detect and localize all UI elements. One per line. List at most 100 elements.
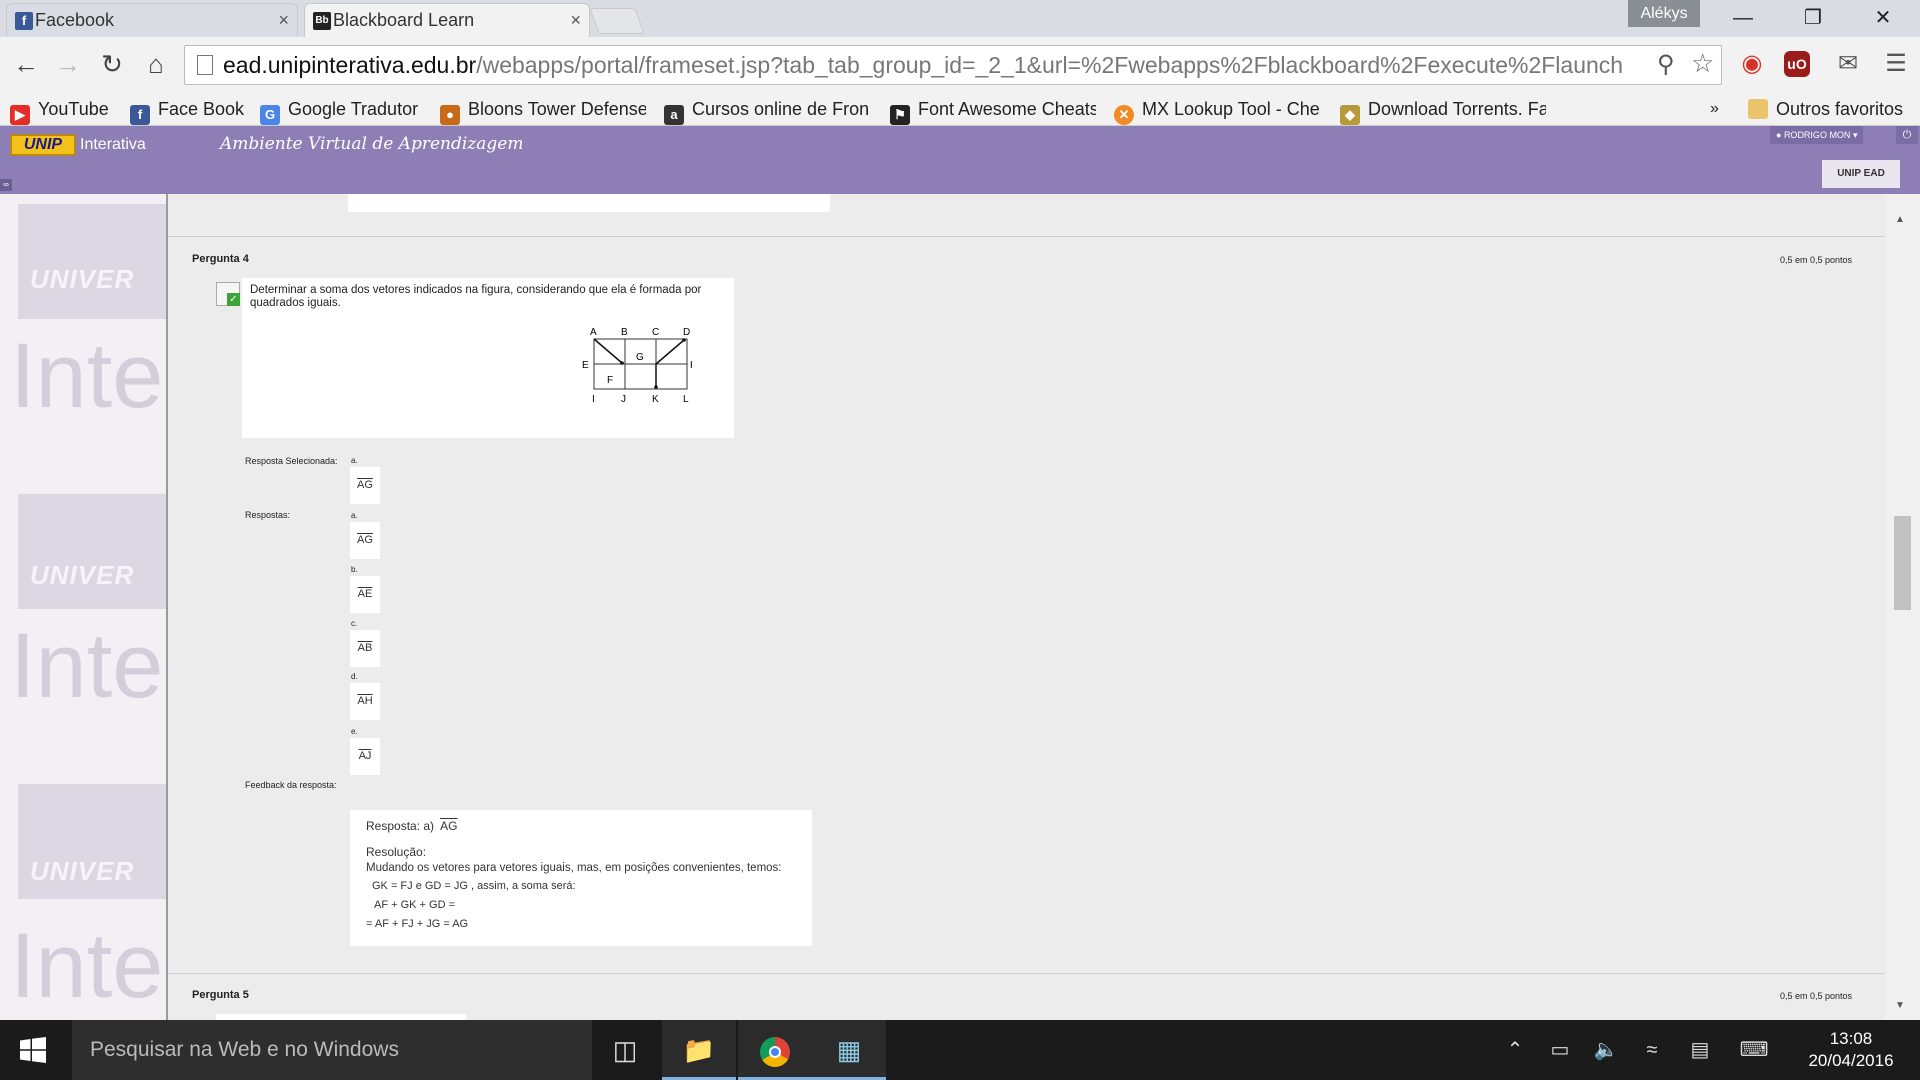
- blackboard-icon: Bb: [313, 12, 331, 30]
- restore-button[interactable]: ❐: [1784, 0, 1842, 36]
- task-view-icon[interactable]: ◫: [588, 1020, 662, 1080]
- forward-icon[interactable]: →: [52, 49, 84, 81]
- mx-icon: ✕: [1114, 105, 1134, 125]
- keyboard-icon[interactable]: ⌨: [1734, 1020, 1774, 1080]
- translate-icon: G: [260, 105, 280, 125]
- bookmark-mx-lookup[interactable]: ✕ MX Lookup Tool - Che: [1114, 92, 1320, 126]
- file-explorer-icon[interactable]: 📁: [662, 1020, 736, 1080]
- app-icon[interactable]: ▦: [812, 1020, 886, 1080]
- watermark-logo-tile: [18, 494, 166, 609]
- volume-icon[interactable]: 🔈: [1590, 1020, 1622, 1080]
- bookmark-download-torrents[interactable]: ◆ Download Torrents. Fa: [1340, 92, 1546, 126]
- bookmark-cursos[interactable]: a Cursos online de Fron: [664, 92, 870, 126]
- user-icon: ●: [1776, 130, 1784, 140]
- wifi-icon[interactable]: ≈: [1636, 1020, 1668, 1080]
- question-points: 0,5 em 0,5 pontos: [1780, 255, 1853, 265]
- reload-icon[interactable]: ↻: [96, 49, 128, 81]
- tab-facebook[interactable]: f Facebook ×: [6, 3, 298, 37]
- link-icon[interactable]: ∞: [0, 179, 12, 191]
- torrent-icon: ◆: [1340, 105, 1360, 125]
- close-tab-icon[interactable]: ×: [278, 4, 289, 36]
- profile-button[interactable]: Alékys: [1628, 0, 1700, 27]
- youtube-icon: ▶: [10, 105, 30, 125]
- cursos-icon: a: [664, 105, 684, 125]
- tab-title: Blackboard Learn: [333, 10, 475, 30]
- menu-icon[interactable]: ☰: [1880, 47, 1912, 81]
- feedback-answer: Resposta: a) AG: [366, 819, 458, 833]
- search-icon[interactable]: ⚲: [1657, 50, 1675, 79]
- answer-letter: c.: [351, 619, 358, 628]
- notifications-icon[interactable]: ▤: [1684, 1020, 1716, 1080]
- figure-label: G: [636, 352, 644, 363]
- figure-label: L: [683, 394, 689, 405]
- ublock-icon[interactable]: uO: [1784, 51, 1810, 77]
- new-tab-button[interactable]: [589, 8, 645, 34]
- tab-unip-ead[interactable]: UNIP EAD: [1822, 160, 1900, 188]
- tab-strip: f Facebook × Bb Blackboard Learn × Aléky…: [0, 0, 1920, 37]
- answer-option: AB: [350, 630, 380, 667]
- previous-question-box: [348, 194, 830, 212]
- watermark-text: Inte: [10, 915, 164, 1017]
- left-watermark-panel: UNIVER Inte UNIVER Inte UNIVER Inte: [0, 194, 168, 1020]
- feedback-equation: GK = FJ e GD = JG , assim, a soma será:: [372, 880, 576, 892]
- bookmark-facebook[interactable]: f Face Book: [130, 92, 252, 126]
- battery-icon[interactable]: ▭: [1544, 1020, 1576, 1080]
- logout-icon[interactable]: ⏻: [1896, 126, 1918, 144]
- bookmark-font-awesome[interactable]: ⚑ Font Awesome Cheats: [890, 92, 1096, 126]
- question-points: 0,5 em 0,5 pontos: [1780, 991, 1853, 1001]
- main-content: Pergunta 4 0,5 em 0,5 pontos ✓ Determina…: [168, 194, 1885, 1020]
- watermark-text: UNIVER: [30, 856, 135, 886]
- answer-letter: b.: [351, 565, 358, 574]
- chrome-icon[interactable]: [738, 1020, 812, 1080]
- close-tab-icon[interactable]: ×: [570, 4, 581, 36]
- answer-letter: e.: [351, 727, 358, 736]
- tray-overflow-icon[interactable]: ⌃: [1500, 1020, 1530, 1080]
- figure-label: F: [607, 375, 613, 386]
- site-header: UNIP Interativa Ambiente Virtual de Apre…: [0, 126, 1920, 194]
- facebook-icon: f: [130, 105, 150, 125]
- address-bar[interactable]: ead.unipinterativa.edu.br/webapps/portal…: [184, 45, 1722, 85]
- selected-answer-value: AG: [350, 467, 380, 504]
- answer-option: AJ: [350, 738, 380, 775]
- figure-label: A: [590, 327, 597, 338]
- user-menu[interactable]: ● RODRIGO MON ▾: [1770, 126, 1864, 144]
- home-icon[interactable]: ⌂: [140, 49, 172, 81]
- feedback-resolution-title: Resolução:: [366, 845, 427, 859]
- correct-check-icon: ✓: [216, 282, 240, 306]
- scroll-down-icon[interactable]: ▼: [1895, 1000, 1905, 1011]
- windows-start-icon[interactable]: [20, 1037, 46, 1063]
- brand-name: Interativa: [80, 136, 146, 153]
- selected-answer-letter: a.: [351, 456, 358, 465]
- taskbar-search-input[interactable]: Pesquisar na Web e no Windows: [72, 1020, 592, 1080]
- bookmark-google-tradutor[interactable]: G Google Tradutor: [260, 92, 426, 126]
- close-window-button[interactable]: ✕: [1854, 0, 1912, 36]
- answer-option: AG: [350, 522, 380, 559]
- scroll-up-icon[interactable]: ▲: [1895, 214, 1905, 225]
- tab-blackboard[interactable]: Bb Blackboard Learn ×: [304, 3, 590, 37]
- extension-red-icon[interactable]: ◉: [1736, 47, 1768, 81]
- site-subtitle: Ambiente Virtual de Aprendizagem: [220, 134, 524, 154]
- mail-icon[interactable]: ✉: [1832, 47, 1864, 81]
- clock-time: 13:08: [1829, 1029, 1873, 1048]
- bookmark-bloons[interactable]: ● Bloons Tower Defense: [440, 92, 646, 126]
- question-title: Pergunta 4: [192, 253, 249, 265]
- folder-icon: [1748, 99, 1768, 119]
- scroll-thumb[interactable]: [1894, 516, 1911, 610]
- feedback-box: Resposta: a) AG Resolução: Mudando os ve…: [350, 810, 812, 946]
- answer-option: AE: [350, 576, 380, 613]
- other-bookmarks-folder[interactable]: Outros favoritos: [1748, 92, 1918, 126]
- minimize-button[interactable]: —: [1714, 0, 1772, 36]
- bookmarks-overflow-button[interactable]: »: [1710, 92, 1730, 126]
- bookmarks-bar: ▶ YouTube f Face Book G Google Tradutor ● Bl…: [0, 92, 1920, 126]
- tab-title: Facebook: [35, 10, 115, 30]
- taskbar-clock[interactable]: 13:08 20/04/2016: [1792, 1028, 1910, 1072]
- bookmark-youtube[interactable]: ▶ YouTube: [10, 92, 120, 126]
- watermark-logo-tile: [18, 204, 166, 319]
- back-icon[interactable]: ←: [10, 49, 42, 81]
- url-text[interactable]: ead.unipinterativa.edu.br/webapps/portal…: [223, 52, 1633, 79]
- unip-logo[interactable]: UNIP: [10, 134, 76, 156]
- scrollbar[interactable]: ▲ ▼: [1885, 194, 1920, 1020]
- watermark-text: UNIVER: [30, 264, 135, 294]
- star-icon[interactable]: ☆: [1691, 48, 1714, 79]
- figure-label: D: [683, 327, 690, 338]
